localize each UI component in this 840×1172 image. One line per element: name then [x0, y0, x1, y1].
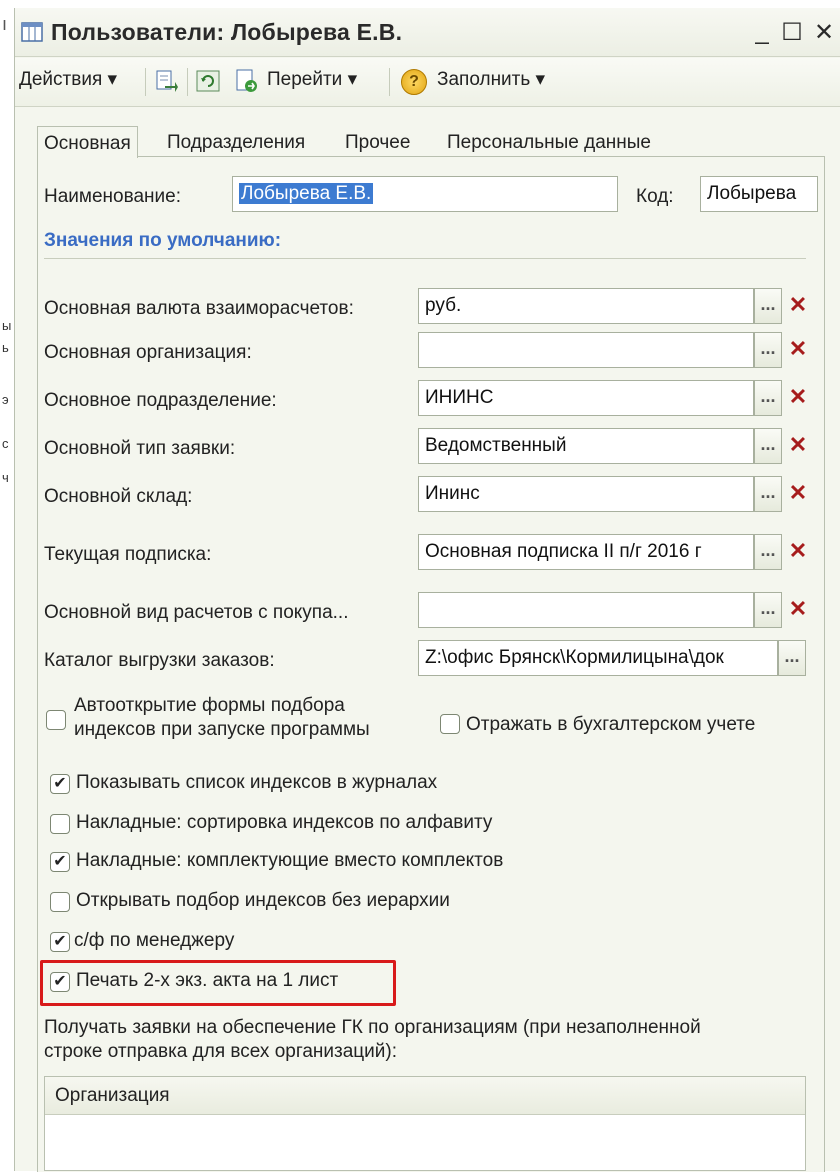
minimize-button[interactable]: _	[749, 18, 775, 46]
currency-clear-icon[interactable]: ✕	[784, 288, 812, 324]
request-type-clear-icon[interactable]: ✕	[784, 428, 812, 464]
name-field[interactable]: Лобырева Е.В.	[232, 176, 618, 212]
autoopen-checkbox[interactable]	[46, 710, 66, 730]
orders-note: Получать заявки на обеспечение ГК по орг…	[44, 1016, 701, 1064]
code-field[interactable]: Лобырева	[700, 176, 818, 212]
defaults-section-title: Значения по умолчанию:	[44, 230, 282, 251]
subscription-field[interactable]: Основная подписка II п/г 2016 г	[418, 534, 754, 570]
write-close-icon[interactable]	[153, 68, 179, 94]
export-catalog-select-button[interactable]: ...	[778, 640, 806, 676]
warehouse-field[interactable]: Ининс	[418, 476, 754, 512]
toolbar-separator	[145, 68, 146, 96]
sort-alphabet-checkbox[interactable]	[50, 814, 70, 834]
window-title: Пользователи: Лобырева Е.В.	[51, 19, 403, 45]
edge-glyph: ı	[2, 14, 8, 34]
accounting-label: Отражать в бухгалтерском учете	[466, 714, 756, 735]
orders-note-line1: Получать заявки на обеспечение ГК по орг…	[44, 1017, 701, 1038]
refresh-icon[interactable]	[195, 68, 221, 94]
payment-type-field[interactable]	[418, 592, 754, 628]
maximize-button[interactable]: ☐	[779, 18, 805, 47]
no-hierarchy-label: Открывать подбор индексов без иерархии	[76, 890, 450, 911]
toolbar-separator	[389, 68, 390, 96]
column-header-organization[interactable]: Организация	[45, 1077, 805, 1115]
autoopen-label-line2: индексов при запуске программы	[74, 719, 370, 740]
organization-field[interactable]	[418, 332, 754, 368]
export-catalog-field[interactable]: Z:\офис Брянск\Кормилицына\док	[418, 640, 778, 676]
department-select-button[interactable]: ...	[754, 380, 782, 416]
close-button[interactable]: ✕	[811, 18, 837, 47]
request-type-field[interactable]: Ведомственный	[418, 428, 754, 464]
tab-main[interactable]: Основная	[37, 126, 138, 158]
toolbar-separator	[187, 68, 188, 96]
edge-glyph: с	[2, 436, 9, 451]
accounting-checkbox[interactable]	[440, 714, 460, 734]
show-index-list-label: Показывать список индексов в журналах	[76, 772, 438, 793]
organization-clear-icon[interactable]: ✕	[784, 332, 812, 368]
section-divider	[44, 258, 806, 259]
help-icon[interactable]: ?	[401, 69, 427, 95]
print-two-copies-label: Печать 2-х экз. акта на 1 лист	[76, 970, 339, 991]
field-label-request-type: Основной тип заявки:	[44, 438, 236, 459]
table-icon	[21, 22, 43, 42]
field-label-payment-type: Основной вид расчетов с покупа...	[44, 602, 349, 623]
edge-glyph: ч	[2, 470, 9, 485]
subscription-clear-icon[interactable]: ✕	[784, 534, 812, 570]
toolbar: Действия ▾ Перейти ▾ ? Заполнить ▾	[15, 58, 840, 107]
edge-glyph: ы	[2, 318, 12, 333]
edge-glyph: ь	[2, 340, 9, 355]
field-label-export-catalog: Каталог выгрузки заказов:	[44, 650, 275, 671]
organization-select-button[interactable]: ...	[754, 332, 782, 368]
autoopen-label-line1: Автооткрытие формы подбора	[74, 695, 345, 716]
goto-menu[interactable]: Перейти ▾	[267, 68, 357, 91]
warehouse-clear-icon[interactable]: ✕	[784, 476, 812, 512]
autoopen-label: Автооткрытие формы подбора индексов при …	[74, 694, 370, 742]
department-field[interactable]: ИНИНС	[418, 380, 754, 416]
department-clear-icon[interactable]: ✕	[784, 380, 812, 416]
tab-other[interactable]: Прочее	[339, 126, 416, 156]
warehouse-select-button[interactable]: ...	[754, 476, 782, 512]
tab-departments[interactable]: Подразделения	[161, 126, 311, 156]
invoice-by-manager-label: с/ф по менеджеру	[74, 930, 235, 951]
field-label-currency: Основная валюта взаиморасчетов:	[44, 298, 354, 319]
title-bar[interactable]: Пользователи: Лобырева Е.В. _ ☐ ✕	[15, 8, 840, 57]
components-checkbox[interactable]: ✔	[50, 852, 70, 872]
invoice-by-manager-checkbox[interactable]: ✔	[50, 932, 70, 952]
request-type-select-button[interactable]: ...	[754, 428, 782, 464]
orders-note-line2: строке отправка для всех организаций):	[44, 1041, 398, 1062]
show-index-list-checkbox[interactable]: ✔	[50, 774, 70, 794]
payment-type-clear-icon[interactable]: ✕	[784, 592, 812, 628]
background-window-edge: ı ы ь э с ч	[0, 0, 14, 1171]
edge-glyph: э	[2, 392, 9, 407]
fill-menu[interactable]: Заполнить ▾	[437, 68, 545, 91]
actions-menu[interactable]: Действия ▾	[19, 68, 117, 91]
field-label-department: Основное подразделение:	[44, 390, 277, 411]
field-label-warehouse: Основной склад:	[44, 486, 193, 507]
currency-select-button[interactable]: ...	[754, 288, 782, 324]
document-go-icon[interactable]	[233, 68, 259, 94]
print-two-copies-checkbox[interactable]: ✔	[50, 972, 70, 992]
currency-field[interactable]: руб.	[418, 288, 754, 324]
components-label: Накладные: комплектующие вместо комплект…	[76, 850, 504, 871]
organizations-table[interactable]: Организация	[44, 1076, 806, 1171]
tab-personal-data[interactable]: Персональные данные	[441, 126, 657, 156]
name-value: Лобырева Е.В.	[239, 183, 374, 204]
name-label: Наименование:	[44, 186, 181, 207]
subscription-select-button[interactable]: ...	[754, 534, 782, 570]
sort-alphabet-label: Накладные: сортировка индексов по алфави…	[76, 812, 493, 833]
payment-type-select-button[interactable]: ...	[754, 592, 782, 628]
field-label-subscription: Текущая подписка:	[44, 544, 212, 565]
code-label: Код:	[636, 186, 674, 207]
no-hierarchy-checkbox[interactable]	[50, 892, 70, 912]
field-label-organization: Основная организация:	[44, 342, 252, 363]
